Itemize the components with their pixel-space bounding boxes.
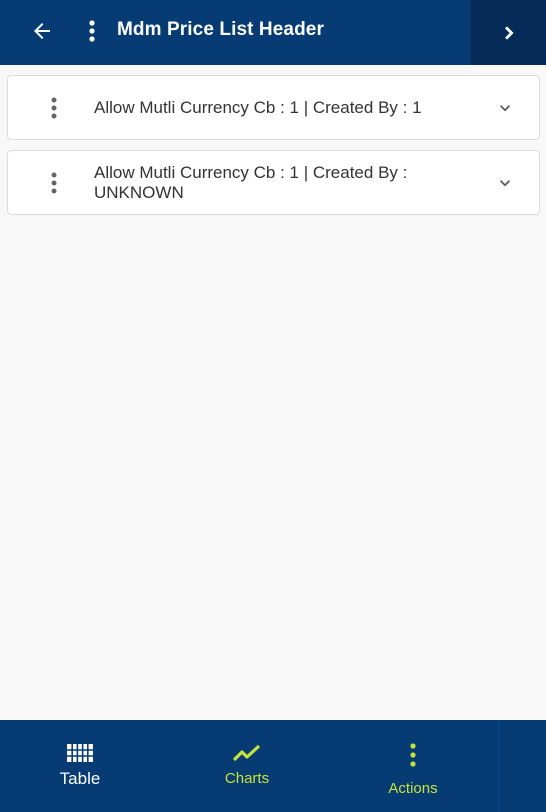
header-menu-button[interactable] — [80, 13, 104, 49]
list-item[interactable]: Allow Mutli Currency Cb : 1 | Created By… — [7, 75, 540, 140]
tab-actions[interactable]: Actions — [363, 720, 463, 812]
expand-button[interactable] — [493, 171, 517, 195]
back-button[interactable] — [24, 13, 60, 49]
item-menu-button[interactable] — [44, 168, 64, 198]
list-item-text: Allow Mutli Currency Cb : 1 | Created By… — [94, 98, 422, 117]
chevron-down-icon — [500, 180, 510, 187]
arrow-left-icon — [34, 23, 50, 39]
list-item[interactable]: Allow Mutli Currency Cb : 1 | Created By… — [7, 150, 540, 215]
list-item-text: Allow Mutli Currency Cb : 1 | Created By… — [94, 163, 408, 202]
chevron-down-icon — [500, 105, 510, 112]
chevron-right-icon — [504, 25, 514, 40]
more-vertical-icon — [409, 742, 417, 768]
tab-charts-label: Charts — [224, 770, 270, 787]
page-title: Mdm Price List Header — [117, 19, 324, 40]
grid-icon — [67, 742, 93, 764]
trending-line-icon — [233, 742, 261, 764]
item-menu-button[interactable] — [44, 93, 64, 123]
app-header: Mdm Price List Header — [0, 0, 546, 65]
tab-actions-label: Actions — [388, 780, 438, 797]
more-vertical-icon — [89, 20, 95, 42]
tab-charts[interactable]: Charts — [197, 720, 297, 812]
next-button[interactable] — [471, 0, 546, 65]
bottom-nav: Table Charts Actions — [0, 720, 498, 812]
more-vertical-icon — [51, 97, 57, 119]
tab-table-label: Table — [59, 769, 101, 788]
bottom-nav-extra — [498, 720, 546, 812]
tab-table[interactable]: Table — [30, 720, 130, 812]
expand-button[interactable] — [493, 96, 517, 120]
more-vertical-icon — [51, 172, 57, 194]
